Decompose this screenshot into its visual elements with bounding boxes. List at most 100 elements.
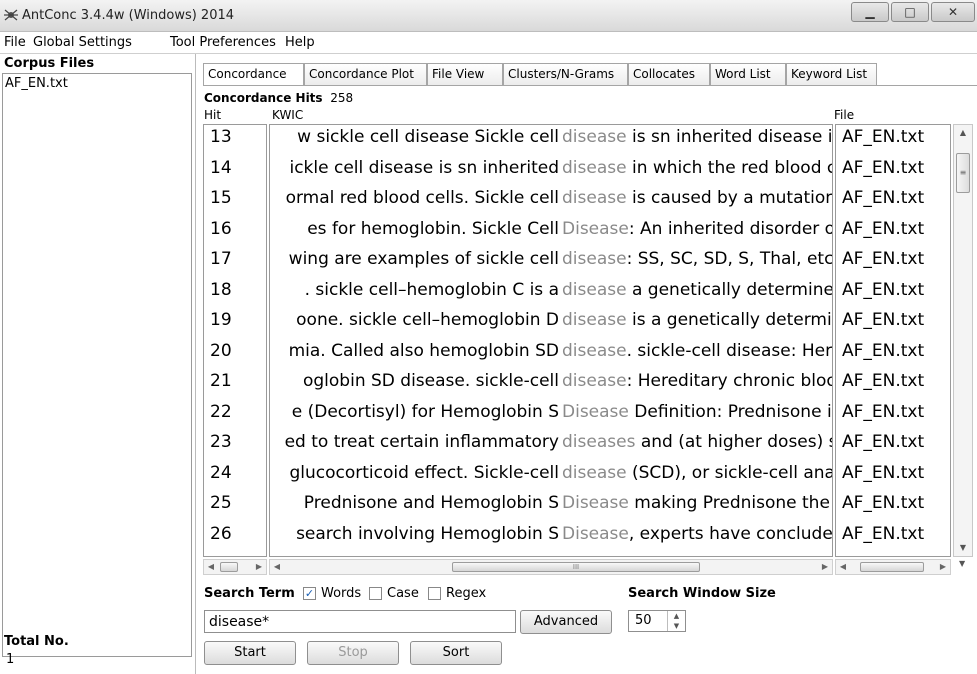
column-header-file[interactable]: File bbox=[834, 108, 854, 122]
keyword-hit[interactable]: Disease bbox=[562, 402, 629, 422]
close-button[interactable]: ✕ bbox=[931, 2, 975, 22]
keyword-hit[interactable]: disease bbox=[562, 188, 627, 208]
hit-number[interactable]: 18 bbox=[210, 280, 232, 300]
hit-number[interactable]: 24 bbox=[210, 463, 232, 483]
scroll-down-arrow-icon[interactable]: ▼ bbox=[959, 559, 965, 568]
hit-number[interactable]: 15 bbox=[210, 188, 232, 208]
regex-checkbox-label[interactable]: Regex bbox=[446, 586, 486, 601]
hit-column-hscroll-thumb[interactable] bbox=[220, 562, 238, 572]
hit-number[interactable]: 19 bbox=[210, 310, 232, 330]
keyword-hit[interactable]: disease bbox=[562, 158, 627, 178]
scroll-right-arrow-icon[interactable]: ▶ bbox=[818, 560, 832, 574]
file-column-hscroll-thumb[interactable] bbox=[860, 562, 924, 572]
tab-keyword-list[interactable]: Keyword List bbox=[786, 63, 877, 85]
menu-help[interactable]: Help bbox=[285, 35, 315, 50]
kwic-column[interactable]: w sickle cell disease Sickle cell disease… bbox=[269, 124, 833, 557]
hit-number[interactable]: 22 bbox=[210, 402, 232, 422]
menu-tool-preferences[interactable]: Tool Preferences bbox=[170, 35, 276, 50]
hit-number[interactable]: 25 bbox=[210, 493, 232, 513]
scroll-left-arrow-icon[interactable]: ◀ bbox=[270, 560, 284, 574]
keyword-hit[interactable]: diseases bbox=[562, 432, 635, 452]
case-checkbox[interactable] bbox=[369, 587, 382, 600]
words-checkbox-label[interactable]: Words bbox=[321, 586, 361, 601]
file-column[interactable]: AF_EN.txt AF_EN.txt AF_EN.txt AF_EN.txt AF_E… bbox=[835, 124, 951, 557]
minimize-button[interactable]: ▁ bbox=[851, 2, 889, 22]
hit-file-name[interactable]: AF_EN.txt bbox=[842, 127, 924, 147]
kwic-line[interactable]: glucocorticoid effect. Sickle-cell diseas… bbox=[270, 463, 832, 489]
column-header-kwic[interactable]: KWIC bbox=[272, 108, 303, 122]
hit-number[interactable]: 16 bbox=[210, 219, 232, 239]
start-button[interactable]: Start bbox=[204, 641, 296, 665]
search-window-size-value[interactable]: 50 bbox=[635, 613, 652, 628]
regex-checkbox[interactable] bbox=[428, 587, 441, 600]
kwic-line[interactable]: e (Decortisyl) for Hemoglobin S Disease D… bbox=[270, 402, 832, 428]
hit-file-name[interactable]: AF_EN.txt bbox=[842, 219, 924, 239]
scroll-left-arrow-icon[interactable]: ◀ bbox=[836, 560, 850, 574]
hit-file-name[interactable]: AF_EN.txt bbox=[842, 402, 924, 422]
kwic-line[interactable]: w sickle cell disease Sickle cell disease… bbox=[270, 127, 832, 153]
stop-button[interactable]: Stop bbox=[307, 641, 399, 665]
vertical-scrollbar[interactable]: ▲ ≡ ▼ bbox=[953, 124, 973, 557]
scroll-up-arrow-icon[interactable]: ▲ bbox=[954, 125, 972, 141]
keyword-hit[interactable]: disease bbox=[562, 463, 627, 483]
menu-file[interactable]: File bbox=[4, 35, 26, 50]
hit-column-hscroll[interactable]: ◀ ▶ bbox=[203, 559, 267, 575]
kwic-line[interactable]: ormal red blood cells. Sickle cell diseas… bbox=[270, 188, 832, 214]
kwic-line[interactable]: mia. Called also hemoglobin SD disease. s… bbox=[270, 341, 832, 367]
search-window-size-spinner[interactable]: 50 ▲ ▼ bbox=[628, 610, 686, 632]
kwic-line[interactable]: search involving Hemoglobin S Disease, ex… bbox=[270, 524, 832, 550]
hit-file-name[interactable]: AF_EN.txt bbox=[842, 493, 924, 513]
search-term-input[interactable] bbox=[204, 610, 516, 633]
sort-button[interactable]: Sort bbox=[410, 641, 502, 665]
hit-file-name[interactable]: AF_EN.txt bbox=[842, 280, 924, 300]
hit-number[interactable]: 17 bbox=[210, 249, 232, 269]
vertical-scroll-thumb[interactable]: ≡ bbox=[956, 153, 970, 193]
scroll-right-arrow-icon[interactable]: ▶ bbox=[252, 560, 266, 574]
hit-file-name[interactable]: AF_EN.txt bbox=[842, 249, 924, 269]
keyword-hit[interactable]: Disease bbox=[562, 524, 629, 544]
scroll-right-arrow-icon[interactable]: ▶ bbox=[936, 560, 950, 574]
advanced-button[interactable]: Advanced bbox=[520, 610, 612, 634]
kwic-line[interactable]: oone. sickle cell–hemoglobin Ddisease is… bbox=[270, 310, 832, 336]
scroll-down-arrow-icon[interactable]: ▼ bbox=[954, 540, 972, 556]
keyword-hit[interactable]: disease bbox=[562, 341, 627, 361]
hit-file-name[interactable]: AF_EN.txt bbox=[842, 158, 924, 178]
tab-concordance-plot[interactable]: Concordance Plot bbox=[304, 63, 427, 85]
kwic-line[interactable]: ickle cell disease is sn inherited diseas… bbox=[270, 158, 832, 184]
kwic-line[interactable]: oglobin SD disease. sickle-cell disease: … bbox=[270, 371, 832, 397]
hit-number[interactable]: 26 bbox=[210, 524, 232, 544]
keyword-hit[interactable]: disease bbox=[562, 310, 627, 330]
tab-word-list[interactable]: Word List bbox=[710, 63, 786, 85]
words-checkbox[interactable]: ✓ bbox=[303, 587, 316, 600]
hit-file-name[interactable]: AF_EN.txt bbox=[842, 524, 924, 544]
keyword-hit[interactable]: disease bbox=[562, 280, 627, 300]
tab-file-view[interactable]: File View bbox=[427, 63, 503, 85]
kwic-line[interactable]: ed to treat certain inflammatory diseases… bbox=[270, 432, 832, 458]
menu-global-settings[interactable]: Global Settings bbox=[33, 35, 132, 50]
spinner-arrows-icon[interactable]: ▲ ▼ bbox=[667, 611, 685, 631]
column-header-hit[interactable]: Hit bbox=[204, 108, 221, 122]
corpus-file-item[interactable]: AF_EN.txt bbox=[5, 76, 68, 91]
tab-concordance[interactable]: Concordance bbox=[203, 63, 304, 86]
case-checkbox-label[interactable]: Case bbox=[387, 586, 419, 601]
hit-file-name[interactable]: AF_EN.txt bbox=[842, 432, 924, 452]
kwic-line[interactable]: . sickle cell–hemoglobin C is a disease a… bbox=[270, 280, 832, 306]
hit-file-name[interactable]: AF_EN.txt bbox=[842, 341, 924, 361]
hit-number[interactable]: 20 bbox=[210, 341, 232, 361]
hit-number[interactable]: 13 bbox=[210, 127, 232, 147]
hit-file-name[interactable]: AF_EN.txt bbox=[842, 310, 924, 330]
maximize-button[interactable]: □ bbox=[891, 2, 929, 22]
hit-number[interactable]: 14 bbox=[210, 158, 232, 178]
file-column-hscroll[interactable]: ◀ ▶ bbox=[835, 559, 951, 575]
kwic-line[interactable]: wing are examples of sickle cell disease:… bbox=[270, 249, 832, 275]
keyword-hit[interactable]: Disease bbox=[562, 219, 629, 239]
hit-number[interactable]: 23 bbox=[210, 432, 232, 452]
corpus-file-list[interactable]: AF_EN.txt bbox=[2, 73, 192, 657]
hit-file-name[interactable]: AF_EN.txt bbox=[842, 371, 924, 391]
hit-file-name[interactable]: AF_EN.txt bbox=[842, 188, 924, 208]
kwic-column-hscroll[interactable]: ◀ III ▶ bbox=[269, 559, 833, 575]
hit-number[interactable]: 21 bbox=[210, 371, 232, 391]
kwic-line[interactable]: Prednisone and Hemoglobin S Disease makin… bbox=[270, 493, 832, 519]
kwic-line[interactable]: es for hemoglobin. Sickle Cell Disease: A… bbox=[270, 219, 832, 245]
keyword-hit[interactable]: disease bbox=[562, 371, 627, 391]
